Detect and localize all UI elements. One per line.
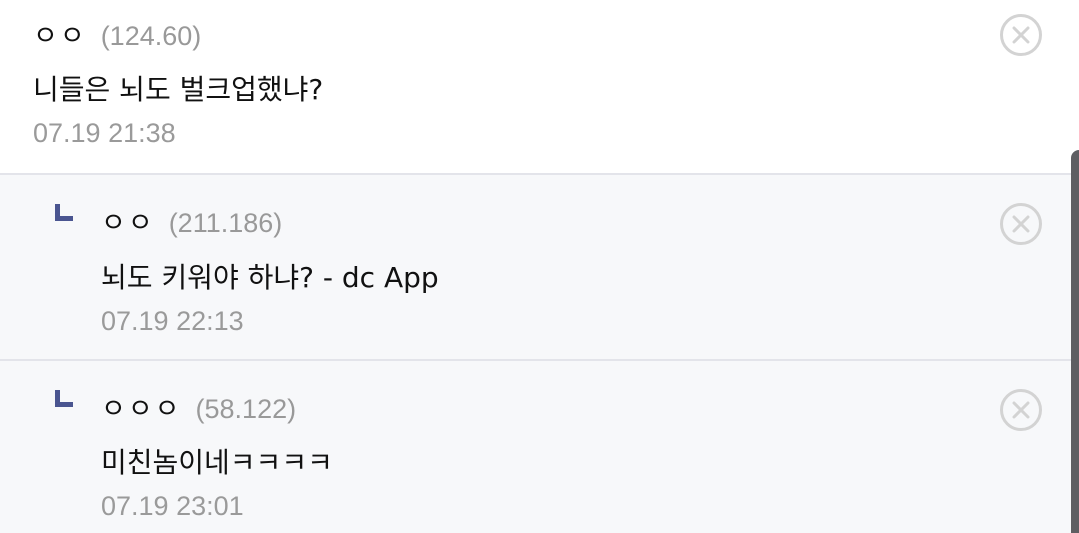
comment-nickname[interactable]: ㅇㅇ xyxy=(101,201,155,240)
comment-date: 07.19 22:13 xyxy=(101,306,244,336)
comment-nickname[interactable]: ㅇㅇ xyxy=(33,14,87,53)
reply-corner-icon xyxy=(55,204,73,221)
close-circle-icon xyxy=(1012,26,1030,44)
scrollbar[interactable] xyxy=(1071,150,1079,533)
delete-button[interactable] xyxy=(1000,203,1042,245)
comment-item: ㅇㅇ (124.60) 니들은 뇌도 벌크업했냐? 07.19 21:38 xyxy=(0,0,1079,173)
comment-text: 미친놈이네ㅋㅋㅋㅋ xyxy=(101,446,333,479)
delete-button[interactable] xyxy=(1000,14,1042,56)
comment-header: ㅇㅇ (211.186) xyxy=(101,201,282,240)
comment-date: 07.19 23:01 xyxy=(101,491,244,521)
comment-text: 뇌도 키워야 하냐? - dc App xyxy=(101,261,439,294)
close-circle-icon xyxy=(1012,215,1030,233)
reply-comment-item: ㅇㅇㅇ (58.122) 미친놈이네ㅋㅋㅋㅋ 07.19 23:01 xyxy=(0,359,1079,533)
comment-header: ㅇㅇ (124.60) xyxy=(33,14,201,53)
comment-ip: (211.186) xyxy=(168,208,283,238)
close-circle-icon xyxy=(1012,401,1030,419)
comment-ip: (124.60) xyxy=(100,21,202,51)
comment-ip: (58.122) xyxy=(195,394,297,424)
comment-header: ㅇㅇㅇ (58.122) xyxy=(101,387,296,426)
comment-text: 니들은 뇌도 벌크업했냐? xyxy=(33,73,324,106)
reply-corner-icon xyxy=(55,390,73,407)
comment-nickname[interactable]: ㅇㅇㅇ xyxy=(101,387,182,426)
reply-comment-item: ㅇㅇ (211.186) 뇌도 키워야 하냐? - dc App 07.19 2… xyxy=(0,173,1079,359)
comment-date: 07.19 21:38 xyxy=(33,118,176,148)
delete-button[interactable] xyxy=(1000,389,1042,431)
